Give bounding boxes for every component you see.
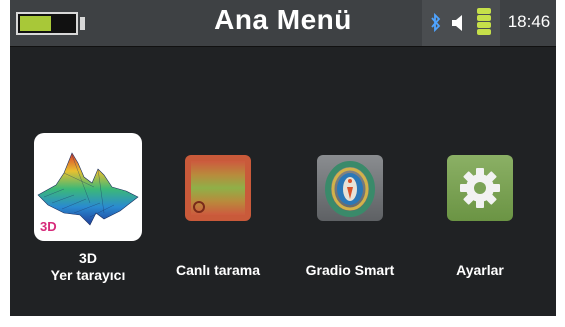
clock: 18:46	[507, 12, 551, 31]
app-label-line2: Yer tarayıcı	[50, 267, 126, 283]
app-live-scan-label: Canlı tarama	[158, 262, 278, 279]
app-live-scan-button[interactable]	[185, 155, 251, 221]
bluetooth-icon	[431, 12, 441, 33]
app-3d-label: 3D Yer tarayıcı	[28, 250, 148, 284]
app-label: Gradio Smart	[305, 262, 395, 278]
scan-corner-icon	[193, 201, 205, 213]
app-gradio-smart-button[interactable]	[317, 155, 383, 221]
app-settings-button[interactable]	[447, 155, 513, 221]
app-3d-ground-scanner-button[interactable]: 3D	[34, 133, 142, 241]
app-label: Ayarlar	[456, 262, 504, 278]
3d-terrain-icon: 3D	[37, 152, 139, 234]
status-bar: Ana Menü 18:46	[10, 0, 556, 47]
signal-icon	[477, 8, 491, 36]
screen: Ana Menü 18:46 3D 3D Yer tarayıcı Canlı …	[10, 0, 556, 316]
gear-icon	[460, 168, 500, 208]
speaker-icon[interactable]	[450, 13, 468, 33]
gradio-smart-icon	[325, 161, 375, 217]
status-icons	[422, 0, 500, 46]
app-label: Canlı tarama	[175, 262, 261, 278]
app-gradio-smart-label: Gradio Smart	[290, 262, 410, 279]
svg-text:3D: 3D	[40, 219, 57, 234]
app-label-line1: 3D	[79, 250, 97, 266]
3d-badge: 3D	[40, 219, 57, 234]
app-settings-label: Ayarlar	[420, 262, 540, 279]
